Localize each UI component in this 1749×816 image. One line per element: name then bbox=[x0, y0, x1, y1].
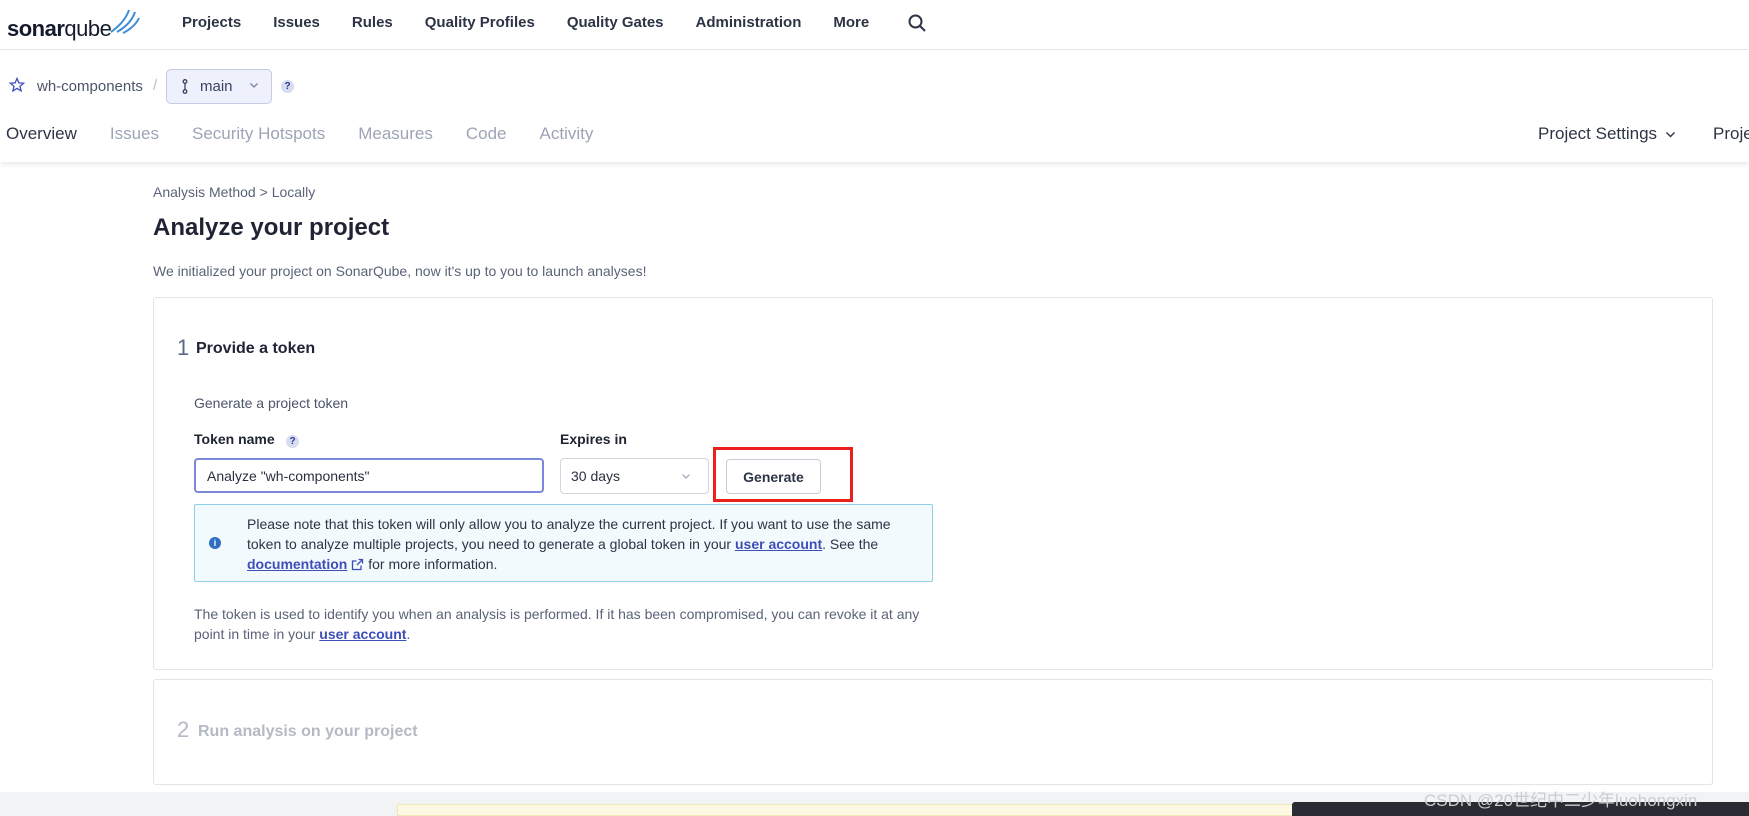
token-explanation: The token is used to identify you when a… bbox=[194, 604, 934, 644]
project-settings-menu[interactable]: Project Settings bbox=[1538, 124, 1676, 144]
token-info-text: Please note that this token will only al… bbox=[247, 514, 917, 574]
page-subtitle: We initialized your project on SonarQube… bbox=[153, 263, 647, 279]
favorite-star-icon[interactable] bbox=[9, 77, 25, 93]
logo-text-qube: qube bbox=[64, 16, 112, 41]
breadcrumb-current: Locally bbox=[271, 184, 316, 200]
branch-selector[interactable]: main bbox=[166, 69, 272, 104]
note-text-3: for more information. bbox=[368, 556, 498, 572]
user-account-link[interactable]: user account bbox=[735, 536, 822, 552]
page-title: Analyze your project bbox=[153, 214, 390, 241]
breadcrumb: Analysis Method > Locally bbox=[153, 184, 315, 200]
breadcrumb-separator: / bbox=[153, 77, 158, 94]
bottom-banner bbox=[397, 804, 1297, 816]
breadcrumb-chevron: > bbox=[259, 184, 268, 200]
project-tabs: Overview Issues Security Hotspots Measur… bbox=[6, 124, 626, 144]
branch-icon bbox=[182, 79, 188, 94]
nav-rules[interactable]: Rules bbox=[352, 14, 393, 31]
sonarqube-logo[interactable]: sonar qube bbox=[7, 8, 140, 42]
token-name-label: Token name bbox=[194, 431, 275, 447]
breadcrumb-analysis-method[interactable]: Analysis Method bbox=[153, 184, 256, 200]
branch-help-icon[interactable]: ? bbox=[281, 80, 294, 93]
nav-issues[interactable]: Issues bbox=[273, 14, 320, 31]
main-nav: Projects Issues Rules Quality Profiles Q… bbox=[182, 14, 901, 31]
tab-code[interactable]: Code bbox=[466, 124, 507, 144]
nav-projects[interactable]: Projects bbox=[182, 14, 241, 31]
project-header: wh-components / main ? Overview Issues S… bbox=[0, 50, 1749, 162]
sonar-waves-icon bbox=[110, 9, 140, 34]
token-name-help-icon[interactable]: ? bbox=[286, 435, 299, 448]
tab-security-hotspots[interactable]: Security Hotspots bbox=[192, 124, 325, 144]
generate-token-label: Generate a project token bbox=[194, 395, 349, 411]
external-link-icon bbox=[352, 558, 364, 571]
tab-activity[interactable]: Activity bbox=[540, 124, 594, 144]
token-name-input[interactable] bbox=[194, 458, 544, 493]
explain-text-1: The token is used to identify you when a… bbox=[194, 606, 920, 642]
token-info-alert: i Please note that this token will only … bbox=[194, 504, 933, 582]
top-navbar: sonar qube Projects Issues Rules Quality … bbox=[0, 0, 1749, 50]
tab-overview[interactable]: Overview bbox=[6, 124, 77, 144]
documentation-link[interactable]: documentation bbox=[247, 556, 364, 572]
info-icon: i bbox=[209, 537, 221, 549]
branch-name: main bbox=[200, 78, 233, 95]
chevron-down-icon bbox=[250, 83, 258, 88]
step-title: Provide a token bbox=[196, 340, 316, 357]
nav-more[interactable]: More bbox=[833, 14, 869, 31]
step-number: 1 bbox=[177, 335, 190, 360]
user-account-link-2[interactable]: user account bbox=[319, 626, 406, 642]
search-icon[interactable] bbox=[907, 13, 927, 33]
documentation-link-text: documentation bbox=[247, 556, 348, 572]
highlight-box bbox=[713, 447, 853, 502]
nav-administration[interactable]: Administration bbox=[696, 14, 802, 31]
project-settings-label: Project Settings bbox=[1538, 124, 1658, 143]
logo-text-sonar: sonar bbox=[7, 16, 65, 41]
step-number: 2 bbox=[177, 717, 190, 742]
nav-quality-profiles[interactable]: Quality Profiles bbox=[425, 14, 535, 31]
step-run-analysis-card[interactable]: 2 Run analysis on your project bbox=[153, 679, 1713, 785]
tab-issues[interactable]: Issues bbox=[110, 124, 159, 144]
note-text-2: . See the bbox=[822, 536, 879, 552]
chevron-down-icon bbox=[682, 474, 690, 479]
expires-in-label: Expires in bbox=[560, 431, 627, 447]
expires-in-select[interactable]: 30 days bbox=[560, 458, 709, 494]
project-information-link[interactable]: Proje bbox=[1713, 124, 1749, 144]
tab-measures[interactable]: Measures bbox=[358, 124, 433, 144]
project-name-link[interactable]: wh-components bbox=[37, 78, 143, 95]
watermark: CSDN @20世纪中二少年luohongxin bbox=[1424, 791, 1698, 810]
step-provide-token-card: 1 Provide a token Generate a project tok… bbox=[153, 297, 1713, 670]
explain-text-2: . bbox=[406, 626, 411, 642]
step-title: Run analysis on your project bbox=[198, 723, 418, 740]
expires-in-value: 30 days bbox=[571, 468, 621, 484]
nav-quality-gates[interactable]: Quality Gates bbox=[567, 14, 664, 31]
chevron-down-icon bbox=[1666, 131, 1676, 137]
